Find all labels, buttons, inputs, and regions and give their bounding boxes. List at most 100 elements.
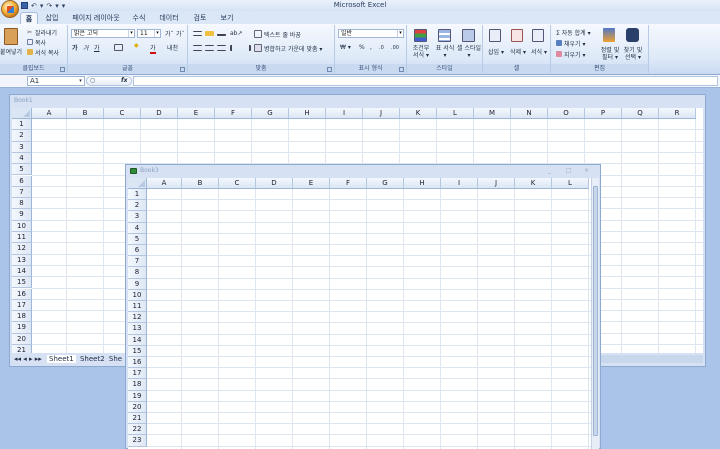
row-header[interactable]: 10 <box>128 289 147 301</box>
orientation-icon[interactable]: ab↗ <box>230 30 243 37</box>
row-header[interactable]: 16 <box>12 288 32 300</box>
sort-filter-button[interactable]: 정렬 및 필터 ▾ <box>600 47 620 61</box>
currency-button[interactable]: ₩ ▾ <box>340 44 351 51</box>
format-cells-button[interactable]: 서식 ▾ <box>531 47 547 56</box>
tab-view[interactable]: 보기 <box>217 12 237 24</box>
autosum-button[interactable]: Σ 자동 합계 ▾ <box>556 28 591 37</box>
insert-function-button[interactable]: fx <box>121 77 127 85</box>
row-header[interactable]: 14 <box>12 265 32 278</box>
fill-button[interactable]: 채우기 ▾ <box>564 39 585 48</box>
insert-cells-button[interactable]: 삽입 ▾ <box>488 47 504 56</box>
sheet-tab-sheet3[interactable]: She <box>109 355 122 363</box>
expand-icon[interactable]: ○ <box>90 77 95 85</box>
column-header[interactable]: L <box>552 178 589 189</box>
font-color-button[interactable]: 가 <box>150 43 156 54</box>
column-header[interactable]: G <box>367 178 404 189</box>
column-header[interactable]: M <box>474 108 511 119</box>
row-header[interactable]: 11 <box>12 232 32 244</box>
tab-data[interactable]: 데이터 <box>156 12 182 24</box>
column-header[interactable]: H <box>289 108 326 119</box>
book3-vscroll[interactable] <box>591 178 599 449</box>
font-size-select[interactable]: 11 ▾ <box>137 29 161 38</box>
scroll-thumb[interactable] <box>593 186 598 436</box>
column-header[interactable]: P <box>585 108 622 119</box>
row-header[interactable]: 10 <box>12 220 32 232</box>
maximize-button[interactable]: □ <box>566 165 572 176</box>
increase-indent-icon[interactable] <box>242 45 251 51</box>
row-header[interactable]: 21 <box>128 413 147 425</box>
row-header[interactable]: 1 <box>12 119 32 131</box>
last-sheet-icon[interactable]: ▸▸ <box>35 355 42 363</box>
next-sheet-icon[interactable]: ▸ <box>29 355 33 363</box>
comma-button[interactable]: , <box>370 44 372 51</box>
select-all-corner[interactable] <box>128 178 147 189</box>
align-middle-icon[interactable] <box>205 31 214 36</box>
row-header[interactable]: 23 <box>128 435 147 447</box>
tab-page-layout[interactable]: 페이지 레이아웃 <box>69 12 123 24</box>
row-header[interactable]: 19 <box>12 322 32 334</box>
column-header[interactable]: K <box>400 108 437 119</box>
row-header[interactable]: 5 <box>12 164 32 176</box>
column-header[interactable]: E <box>293 178 330 189</box>
column-header[interactable]: D <box>141 108 178 119</box>
row-header[interactable]: 16 <box>128 357 147 369</box>
row-header[interactable]: 13 <box>12 254 32 266</box>
conditional-format-button[interactable]: 조건부 서식 ▾ <box>410 45 432 59</box>
shrink-font-button[interactable]: 가ˇ <box>176 29 185 38</box>
row-header[interactable]: 3 <box>128 211 147 223</box>
percent-button[interactable]: % <box>359 44 365 51</box>
row-header[interactable]: 7 <box>128 256 147 268</box>
column-header[interactable]: D <box>256 178 293 189</box>
border-icon[interactable] <box>114 44 123 51</box>
row-header[interactable]: 19 <box>128 390 147 402</box>
bold-button[interactable]: 가 <box>72 43 78 52</box>
select-all-corner[interactable] <box>12 108 32 119</box>
column-header[interactable]: K <box>515 178 552 189</box>
column-header[interactable]: L <box>437 108 474 119</box>
decrease-indent-icon[interactable] <box>230 45 239 51</box>
delete-cells-button[interactable]: 삭제 ▾ <box>510 47 526 56</box>
column-header[interactable]: A <box>147 178 182 189</box>
row-header[interactable]: 18 <box>128 379 147 391</box>
row-header[interactable]: 14 <box>128 334 147 346</box>
row-header[interactable]: 20 <box>128 401 147 413</box>
grow-font-button[interactable]: 가ˆ <box>165 29 174 38</box>
font-launcher-icon[interactable] <box>180 67 185 72</box>
paste-button[interactable]: 붙여넣기 <box>0 47 22 56</box>
row-header[interactable]: 15 <box>128 345 147 357</box>
font-name-select[interactable]: 맑은 고딕 ▾ <box>71 29 135 38</box>
align-left-icon[interactable] <box>193 45 202 51</box>
column-header[interactable]: J <box>478 178 515 189</box>
alignment-launcher-icon[interactable] <box>327 67 332 72</box>
row-header[interactable]: 13 <box>128 323 147 335</box>
chevron-down-icon[interactable]: ▾ <box>77 77 84 85</box>
column-header[interactable]: R <box>659 108 696 119</box>
row-header[interactable]: 17 <box>12 299 32 312</box>
column-header[interactable]: Q <box>622 108 659 119</box>
row-header[interactable]: 2 <box>128 200 147 212</box>
row-header[interactable]: 18 <box>12 311 32 323</box>
column-header[interactable]: B <box>67 108 104 119</box>
column-header[interactable]: G <box>252 108 289 119</box>
row-header[interactable]: 4 <box>12 152 32 165</box>
tab-formulas[interactable]: 수식 <box>129 12 149 24</box>
column-header[interactable]: F <box>215 108 252 119</box>
row-header[interactable]: 22 <box>128 424 147 436</box>
formula-input[interactable] <box>133 76 718 86</box>
book3-grid[interactable]: A B C D E F G H I J K L 1 2 3 4 5 6 7 8 9 10 11 12 13 14 15 16 17 18 1… <box>128 178 591 449</box>
row-header[interactable]: 5 <box>128 233 147 245</box>
underline-button[interactable]: 가 <box>94 43 100 52</box>
row-header[interactable]: 8 <box>12 198 32 210</box>
row-header[interactable]: 8 <box>128 267 147 279</box>
column-header[interactable]: H <box>404 178 441 189</box>
column-header[interactable]: N <box>511 108 548 119</box>
clipboard-launcher-icon[interactable] <box>60 67 65 72</box>
column-header[interactable]: J <box>363 108 400 119</box>
column-header[interactable]: C <box>219 178 256 189</box>
row-header[interactable]: 12 <box>128 312 147 324</box>
copy-button[interactable]: 복사 <box>35 38 46 47</box>
row-header[interactable]: 12 <box>12 243 32 255</box>
table-format-button[interactable]: 표 서식 ▾ <box>434 45 456 59</box>
row-header[interactable]: 9 <box>12 209 32 221</box>
align-top-icon[interactable] <box>193 31 202 36</box>
